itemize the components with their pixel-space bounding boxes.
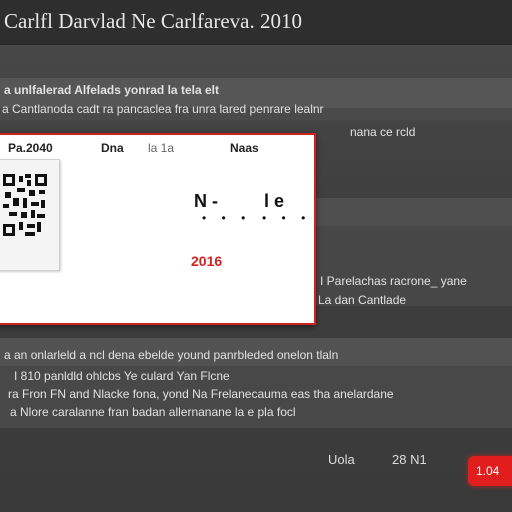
text-line: a Nlore caralanne fran badan allernanane… (10, 405, 296, 419)
footer-label: Uola (328, 452, 355, 467)
text-line: I 810 panldld ohlcbs Ye culard Yan Flcne (14, 369, 230, 383)
qr-code-icon (3, 174, 47, 236)
window-title: Carlfl Darvlad Ne Carlfareva. 2010 (4, 9, 302, 33)
card-header: Naas (230, 141, 259, 155)
text-line: La dan Cantlade (318, 293, 407, 307)
text-line: a an onlarleld a ncl dena ebelde yound p… (4, 348, 339, 362)
card-marker: N - (194, 191, 218, 211)
qr-code (0, 159, 60, 271)
card-year: 2016 (191, 253, 223, 269)
card-dots: • • • (262, 211, 312, 225)
footer-value: 28 N1 (392, 452, 427, 467)
card-header: la 1a (148, 141, 175, 155)
action-button[interactable]: 1.04 (468, 456, 512, 486)
card-dots: • • • (202, 211, 252, 225)
card-marker: l e (264, 191, 285, 211)
card-header: Dna (101, 141, 124, 155)
ticket-card[interactable]: Pa.2040 Dna la 1a Naas N - l e • • • • •… (0, 133, 316, 325)
card-header: Pa.2040 (8, 141, 53, 155)
text-line: a unlfalerad Alfelads yonrad la tela elt (4, 83, 219, 97)
text-line: I Parelachas racrone_ yane (320, 274, 467, 288)
text-line: ra Fron FN and Nlacke fona, yond Na Frel… (8, 387, 394, 401)
text-line: a Cantlanoda cadt ra pancaclea fra unra … (2, 102, 324, 116)
title-bar: Carlfl Darvlad Ne Carlfareva. 2010 (0, 0, 512, 45)
app-window: Carlfl Darvlad Ne Carlfareva. 2010 a unl… (0, 0, 512, 512)
text-line: nana ce rcld (350, 125, 416, 139)
